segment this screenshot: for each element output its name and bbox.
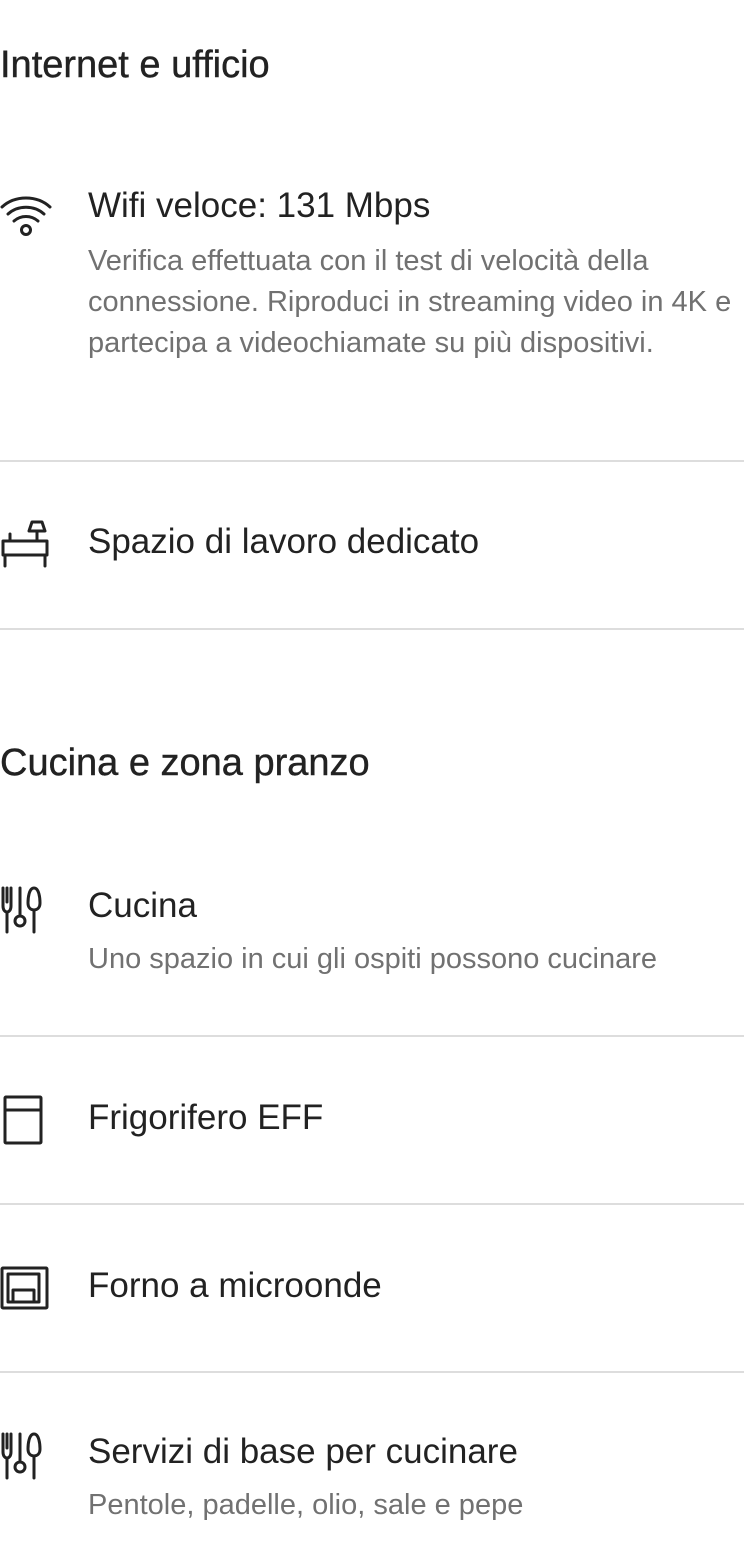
amenity-cooking-basics: Servizi di base per cucinare Pentole, pa…: [0, 1426, 744, 1536]
amenity-label: Forno a microonde: [88, 1266, 382, 1305]
amenity-label: Frigorifero EFF: [88, 1098, 324, 1137]
amenity-microwave: Forno a microonde: [0, 1260, 744, 1320]
amenity-label: Cucina: [88, 886, 197, 925]
amenity-kitchen: Cucina Uno spazio in cui gli ospiti poss…: [0, 880, 744, 990]
section-title-kitchen-dining: Cucina e zona pranzo: [0, 742, 370, 784]
amenity-description: Verifica effettuata con il test di veloc…: [88, 245, 732, 359]
fridge-icon: [0, 1094, 52, 1146]
amenity-description: Uno spazio in cui gli ospiti possono cuc…: [88, 943, 658, 975]
microwave-icon: [0, 1262, 52, 1314]
section-title-internet-office: Internet e ufficio: [0, 44, 270, 86]
divider: [0, 1203, 744, 1205]
amenity-description: Pentole, padelle, olio, sale e pepe: [88, 1489, 524, 1521]
divider: [0, 460, 744, 462]
wifi-icon: [0, 188, 52, 240]
amenity-label: Servizi di base per cucinare: [88, 1432, 518, 1471]
divider: [0, 1371, 744, 1373]
amenity-label: Spazio di lavoro dedicato: [88, 522, 480, 561]
amenity-fridge: Frigorifero EFF: [0, 1092, 744, 1152]
amenity-wifi: Wifi veloce: 131 Mbps Verifica effettuat…: [0, 180, 744, 420]
amenity-workspace: Spazio di lavoro dedicato: [0, 516, 744, 576]
kitchen-utensils-icon: [0, 884, 52, 936]
divider: [0, 1035, 744, 1037]
divider: [0, 628, 744, 630]
amenity-label: Wifi veloce: 131 Mbps: [88, 186, 431, 225]
workspace-desk-icon: [0, 518, 52, 570]
cooking-basics-icon: [0, 1430, 52, 1482]
